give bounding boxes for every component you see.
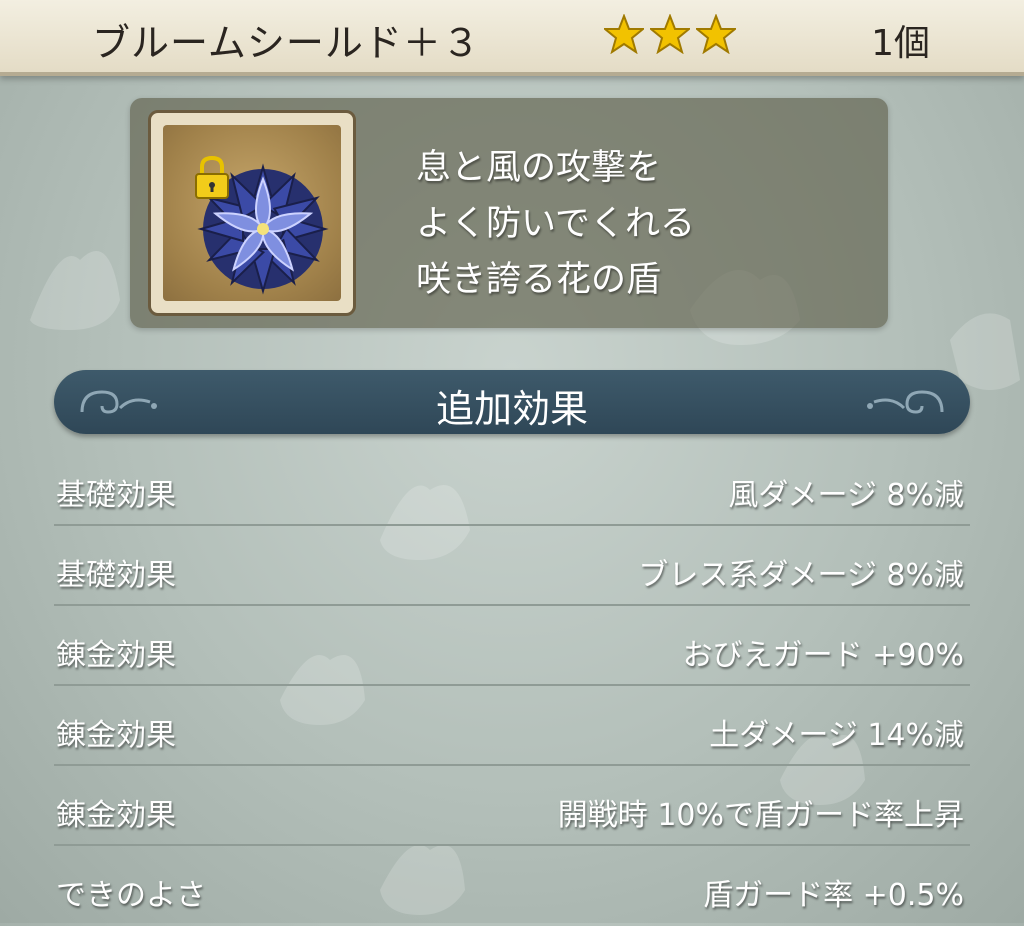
effect-value: ブレス系ダメージ 8%減 [638, 558, 964, 593]
item-header: ブルームシールド＋３ 1個 [0, 0, 1024, 76]
item-info-panel: 息と風の攻撃を よく防いでくれる 咲き誇る花の盾 [130, 98, 888, 328]
section-title: 追加効果 [435, 387, 588, 431]
item-name: ブルームシールド＋３ [92, 21, 481, 65]
section-banner: 追加効果 [54, 370, 970, 434]
description-line: よく防いでくれる [416, 204, 695, 244]
effect-value: 土ダメージ 14%減 [709, 718, 964, 753]
effect-label: 錬金効果 [56, 718, 176, 753]
item-count: 1個 [871, 23, 930, 64]
star-icon [604, 14, 644, 54]
star-icon [696, 14, 736, 54]
effect-row: 基礎効果 ブレス系ダメージ 8%減 [54, 526, 970, 606]
effects-list: 基礎効果 風ダメージ 8%減 基礎効果 ブレス系ダメージ 8%減 錬金効果 おび… [54, 446, 970, 926]
effect-label: 錬金効果 [56, 798, 176, 833]
effect-label: できのよさ [56, 878, 206, 913]
effect-value: 盾ガード率 +0.5% [703, 878, 964, 913]
effect-row: 錬金効果 開戦時 10%で盾ガード率上昇 [54, 766, 970, 846]
item-icon-frame[interactable] [148, 110, 356, 316]
effect-label: 基礎効果 [56, 558, 176, 593]
description-line: 咲き誇る花の盾 [416, 260, 662, 300]
effect-label: 錬金効果 [56, 638, 176, 673]
effect-row: できのよさ 盾ガード率 +0.5% [54, 846, 970, 926]
effect-row: 錬金効果 土ダメージ 14%減 [54, 686, 970, 766]
effect-value: 開戦時 10%で盾ガード率上昇 [557, 798, 964, 833]
effect-row: 基礎効果 風ダメージ 8%減 [54, 446, 970, 526]
effect-row: 錬金効果 おびえガード +90% [54, 606, 970, 686]
item-description: 息と風の攻撃を よく防いでくれる 咲き誇る花の盾 [416, 140, 695, 308]
ornament-swirl-icon [867, 390, 944, 414]
effect-value: おびえガード +90% [682, 638, 964, 673]
effect-value: 風ダメージ 8%減 [728, 478, 964, 513]
description-line: 息と風の攻撃を [416, 148, 662, 188]
rarity-stars [604, 14, 736, 54]
item-icon-background [163, 125, 341, 301]
star-icon [650, 14, 690, 54]
lock-icon [195, 155, 229, 199]
effect-label: 基礎効果 [56, 478, 176, 513]
